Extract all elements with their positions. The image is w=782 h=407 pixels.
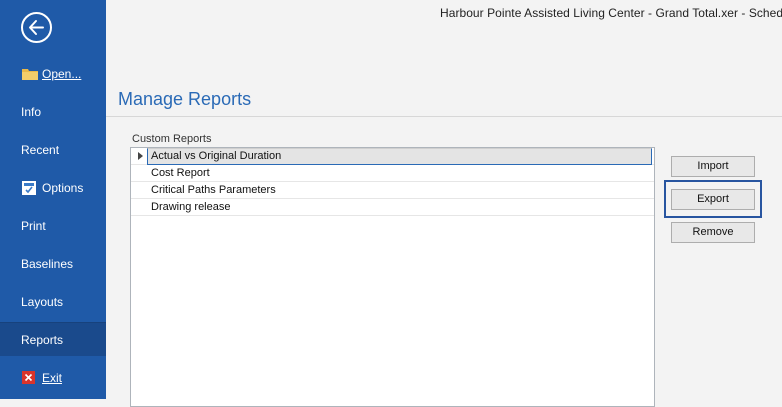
remove-button[interactable]: Remove — [671, 222, 755, 243]
sidebar-item-label: Reports — [21, 333, 64, 347]
list-item[interactable]: Critical Paths Parameters — [131, 182, 654, 199]
sidebar-item-print[interactable]: Print — [0, 209, 106, 243]
sidebar-item-label: Layouts — [21, 295, 64, 309]
sidebar-item-label: Exit — [42, 371, 63, 385]
row-selector — [131, 199, 146, 215]
sidebar-item-baselines[interactable]: Baselines — [0, 247, 106, 281]
sidebar-item-open[interactable]: Open... — [0, 57, 106, 91]
row-selector — [131, 182, 146, 198]
sidebar-item-label: Info — [21, 105, 42, 119]
report-name: Critical Paths Parameters — [151, 184, 276, 196]
report-name: Drawing release — [151, 201, 231, 213]
page-title: Manage Reports — [118, 89, 252, 109]
close-icon — [22, 371, 35, 384]
sidebar-item-label: Recent — [21, 143, 60, 157]
sidebar-item-recent[interactable]: Recent — [0, 133, 106, 167]
list-item[interactable]: Drawing release — [131, 199, 654, 216]
backstage-sidebar: Open... Info Recent Options Print Baseli… — [0, 0, 106, 399]
custom-reports-label: Custom Reports — [132, 133, 212, 145]
arrow-left-icon — [29, 20, 44, 35]
sidebar-item-layouts[interactable]: Layouts — [0, 285, 106, 319]
row-indicator-icon — [138, 152, 143, 160]
sidebar-item-exit[interactable]: Exit — [0, 361, 106, 395]
row-selector — [131, 165, 146, 181]
report-name: Cost Report — [151, 167, 210, 179]
window-title: Harbour Pointe Assisted Living Center - … — [440, 6, 782, 20]
sidebar-item-options[interactable]: Options — [0, 171, 106, 205]
sidebar-item-label: Options — [42, 181, 84, 195]
sidebar-item-label: Baselines — [21, 257, 74, 271]
sidebar-item-label: Print — [21, 219, 46, 233]
report-name: Actual vs Original Duration — [147, 148, 652, 165]
folder-icon — [22, 69, 38, 80]
list-item[interactable]: Cost Report — [131, 165, 654, 182]
back-button[interactable] — [21, 12, 52, 43]
sidebar-item-info[interactable]: Info — [0, 95, 106, 129]
options-icon — [22, 181, 36, 195]
sidebar-item-reports[interactable]: Reports — [0, 322, 106, 356]
row-selector — [131, 148, 146, 164]
export-button[interactable]: Export — [671, 189, 755, 210]
import-button[interactable]: Import — [671, 156, 755, 177]
title-divider — [106, 116, 782, 117]
custom-reports-list[interactable]: Actual vs Original Duration Cost Report … — [130, 147, 655, 407]
sidebar-item-label: Open... — [42, 67, 82, 81]
list-item[interactable]: Actual vs Original Duration — [131, 148, 654, 165]
